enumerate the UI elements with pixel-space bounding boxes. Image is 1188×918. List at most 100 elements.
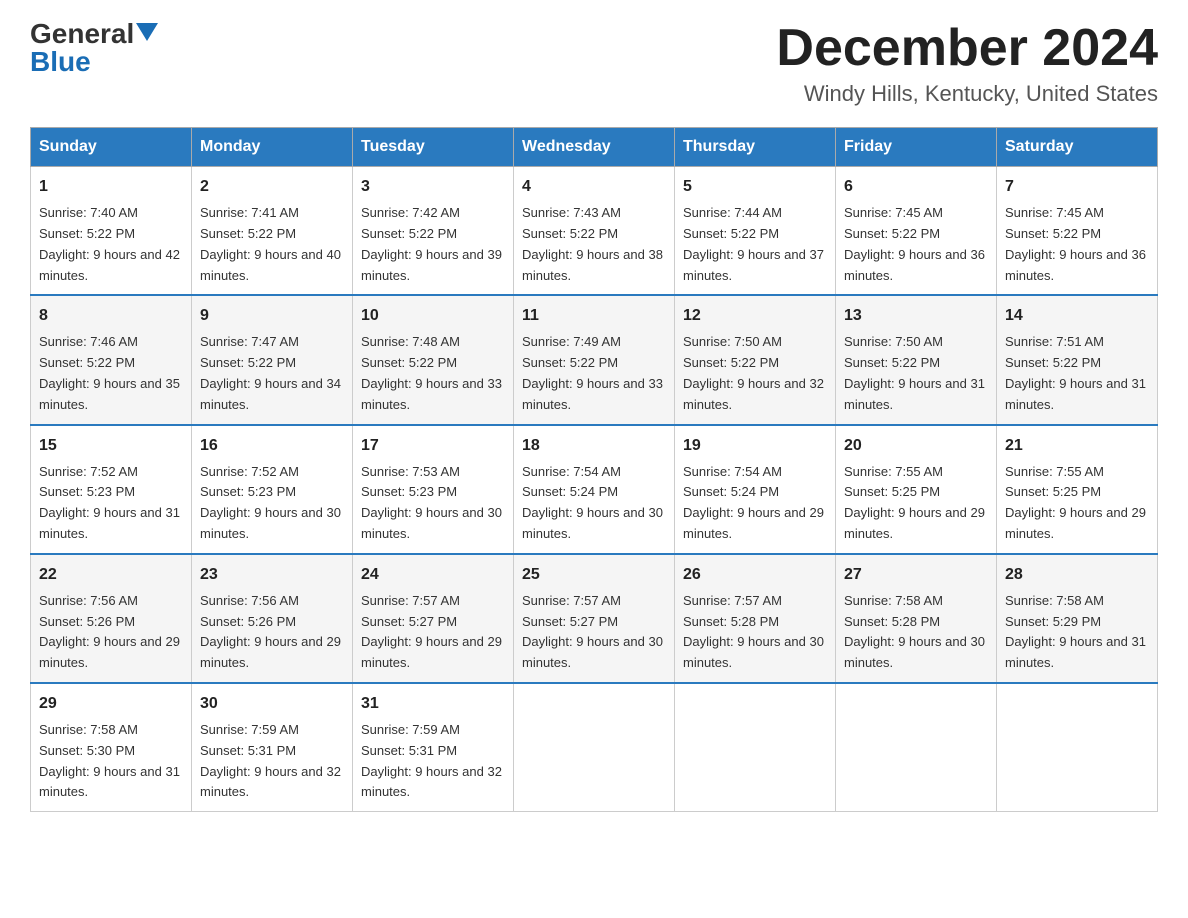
day-info: Sunrise: 7:56 AMSunset: 5:26 PMDaylight:… [39, 593, 180, 670]
table-cell: 23 Sunrise: 7:56 AMSunset: 5:26 PMDaylig… [192, 554, 353, 683]
logo-blue: Blue [30, 48, 91, 76]
day-number: 27 [844, 563, 988, 587]
day-number: 17 [361, 434, 505, 458]
day-info: Sunrise: 7:59 AMSunset: 5:31 PMDaylight:… [200, 722, 341, 799]
table-cell: 22 Sunrise: 7:56 AMSunset: 5:26 PMDaylig… [31, 554, 192, 683]
day-info: Sunrise: 7:55 AMSunset: 5:25 PMDaylight:… [844, 464, 985, 541]
page-header: General Blue December 2024 Windy Hills, … [30, 20, 1158, 107]
table-cell: 26 Sunrise: 7:57 AMSunset: 5:28 PMDaylig… [675, 554, 836, 683]
day-number: 12 [683, 304, 827, 328]
table-cell: 28 Sunrise: 7:58 AMSunset: 5:29 PMDaylig… [997, 554, 1158, 683]
table-cell: 17 Sunrise: 7:53 AMSunset: 5:23 PMDaylig… [353, 425, 514, 554]
day-info: Sunrise: 7:44 AMSunset: 5:22 PMDaylight:… [683, 205, 824, 282]
calendar-table: Sunday Monday Tuesday Wednesday Thursday… [30, 127, 1158, 812]
header-thursday: Thursday [675, 128, 836, 167]
table-cell: 25 Sunrise: 7:57 AMSunset: 5:27 PMDaylig… [514, 554, 675, 683]
day-info: Sunrise: 7:45 AMSunset: 5:22 PMDaylight:… [844, 205, 985, 282]
table-cell: 7 Sunrise: 7:45 AMSunset: 5:22 PMDayligh… [997, 167, 1158, 296]
day-number: 2 [200, 175, 344, 199]
table-cell [514, 683, 675, 812]
day-info: Sunrise: 7:55 AMSunset: 5:25 PMDaylight:… [1005, 464, 1146, 541]
day-info: Sunrise: 7:43 AMSunset: 5:22 PMDaylight:… [522, 205, 663, 282]
day-number: 26 [683, 563, 827, 587]
day-number: 18 [522, 434, 666, 458]
day-info: Sunrise: 7:54 AMSunset: 5:24 PMDaylight:… [522, 464, 663, 541]
day-number: 5 [683, 175, 827, 199]
day-info: Sunrise: 7:42 AMSunset: 5:22 PMDaylight:… [361, 205, 502, 282]
day-number: 20 [844, 434, 988, 458]
header-sunday: Sunday [31, 128, 192, 167]
table-cell: 16 Sunrise: 7:52 AMSunset: 5:23 PMDaylig… [192, 425, 353, 554]
day-info: Sunrise: 7:46 AMSunset: 5:22 PMDaylight:… [39, 334, 180, 411]
table-cell [997, 683, 1158, 812]
header-friday: Friday [836, 128, 997, 167]
table-cell: 8 Sunrise: 7:46 AMSunset: 5:22 PMDayligh… [31, 295, 192, 424]
day-number: 25 [522, 563, 666, 587]
day-number: 9 [200, 304, 344, 328]
table-cell: 4 Sunrise: 7:43 AMSunset: 5:22 PMDayligh… [514, 167, 675, 296]
table-cell: 14 Sunrise: 7:51 AMSunset: 5:22 PMDaylig… [997, 295, 1158, 424]
month-title: December 2024 [776, 20, 1158, 77]
day-number: 13 [844, 304, 988, 328]
table-cell: 15 Sunrise: 7:52 AMSunset: 5:23 PMDaylig… [31, 425, 192, 554]
day-info: Sunrise: 7:41 AMSunset: 5:22 PMDaylight:… [200, 205, 341, 282]
day-number: 1 [39, 175, 183, 199]
day-number: 31 [361, 692, 505, 716]
table-cell: 20 Sunrise: 7:55 AMSunset: 5:25 PMDaylig… [836, 425, 997, 554]
day-number: 8 [39, 304, 183, 328]
day-info: Sunrise: 7:57 AMSunset: 5:28 PMDaylight:… [683, 593, 824, 670]
day-number: 11 [522, 304, 666, 328]
day-info: Sunrise: 7:52 AMSunset: 5:23 PMDaylight:… [39, 464, 180, 541]
week-row-4: 22 Sunrise: 7:56 AMSunset: 5:26 PMDaylig… [31, 554, 1158, 683]
day-info: Sunrise: 7:56 AMSunset: 5:26 PMDaylight:… [200, 593, 341, 670]
day-number: 24 [361, 563, 505, 587]
day-info: Sunrise: 7:50 AMSunset: 5:22 PMDaylight:… [844, 334, 985, 411]
day-number: 14 [1005, 304, 1149, 328]
day-info: Sunrise: 7:48 AMSunset: 5:22 PMDaylight:… [361, 334, 502, 411]
table-cell: 1 Sunrise: 7:40 AMSunset: 5:22 PMDayligh… [31, 167, 192, 296]
day-number: 15 [39, 434, 183, 458]
day-info: Sunrise: 7:59 AMSunset: 5:31 PMDaylight:… [361, 722, 502, 799]
day-number: 4 [522, 175, 666, 199]
day-number: 22 [39, 563, 183, 587]
day-number: 19 [683, 434, 827, 458]
week-row-3: 15 Sunrise: 7:52 AMSunset: 5:23 PMDaylig… [31, 425, 1158, 554]
day-info: Sunrise: 7:58 AMSunset: 5:30 PMDaylight:… [39, 722, 180, 799]
day-number: 3 [361, 175, 505, 199]
table-cell: 27 Sunrise: 7:58 AMSunset: 5:28 PMDaylig… [836, 554, 997, 683]
table-cell: 11 Sunrise: 7:49 AMSunset: 5:22 PMDaylig… [514, 295, 675, 424]
table-cell: 12 Sunrise: 7:50 AMSunset: 5:22 PMDaylig… [675, 295, 836, 424]
day-number: 7 [1005, 175, 1149, 199]
location-title: Windy Hills, Kentucky, United States [776, 81, 1158, 107]
header-monday: Monday [192, 128, 353, 167]
day-info: Sunrise: 7:53 AMSunset: 5:23 PMDaylight:… [361, 464, 502, 541]
day-number: 10 [361, 304, 505, 328]
day-number: 6 [844, 175, 988, 199]
table-cell: 29 Sunrise: 7:58 AMSunset: 5:30 PMDaylig… [31, 683, 192, 812]
table-cell: 6 Sunrise: 7:45 AMSunset: 5:22 PMDayligh… [836, 167, 997, 296]
day-info: Sunrise: 7:51 AMSunset: 5:22 PMDaylight:… [1005, 334, 1146, 411]
table-cell: 5 Sunrise: 7:44 AMSunset: 5:22 PMDayligh… [675, 167, 836, 296]
logo-triangle-icon [136, 23, 158, 45]
day-number: 23 [200, 563, 344, 587]
logo-general: General [30, 20, 134, 48]
table-cell: 24 Sunrise: 7:57 AMSunset: 5:27 PMDaylig… [353, 554, 514, 683]
day-info: Sunrise: 7:40 AMSunset: 5:22 PMDaylight:… [39, 205, 180, 282]
day-info: Sunrise: 7:58 AMSunset: 5:29 PMDaylight:… [1005, 593, 1146, 670]
day-info: Sunrise: 7:57 AMSunset: 5:27 PMDaylight:… [522, 593, 663, 670]
day-info: Sunrise: 7:57 AMSunset: 5:27 PMDaylight:… [361, 593, 502, 670]
table-cell: 10 Sunrise: 7:48 AMSunset: 5:22 PMDaylig… [353, 295, 514, 424]
day-info: Sunrise: 7:50 AMSunset: 5:22 PMDaylight:… [683, 334, 824, 411]
logo: General Blue [30, 20, 158, 76]
day-number: 21 [1005, 434, 1149, 458]
table-cell [675, 683, 836, 812]
table-cell: 19 Sunrise: 7:54 AMSunset: 5:24 PMDaylig… [675, 425, 836, 554]
day-info: Sunrise: 7:47 AMSunset: 5:22 PMDaylight:… [200, 334, 341, 411]
title-block: December 2024 Windy Hills, Kentucky, Uni… [776, 20, 1158, 107]
day-number: 28 [1005, 563, 1149, 587]
week-row-5: 29 Sunrise: 7:58 AMSunset: 5:30 PMDaylig… [31, 683, 1158, 812]
table-cell [836, 683, 997, 812]
table-cell: 18 Sunrise: 7:54 AMSunset: 5:24 PMDaylig… [514, 425, 675, 554]
header-wednesday: Wednesday [514, 128, 675, 167]
table-cell: 31 Sunrise: 7:59 AMSunset: 5:31 PMDaylig… [353, 683, 514, 812]
